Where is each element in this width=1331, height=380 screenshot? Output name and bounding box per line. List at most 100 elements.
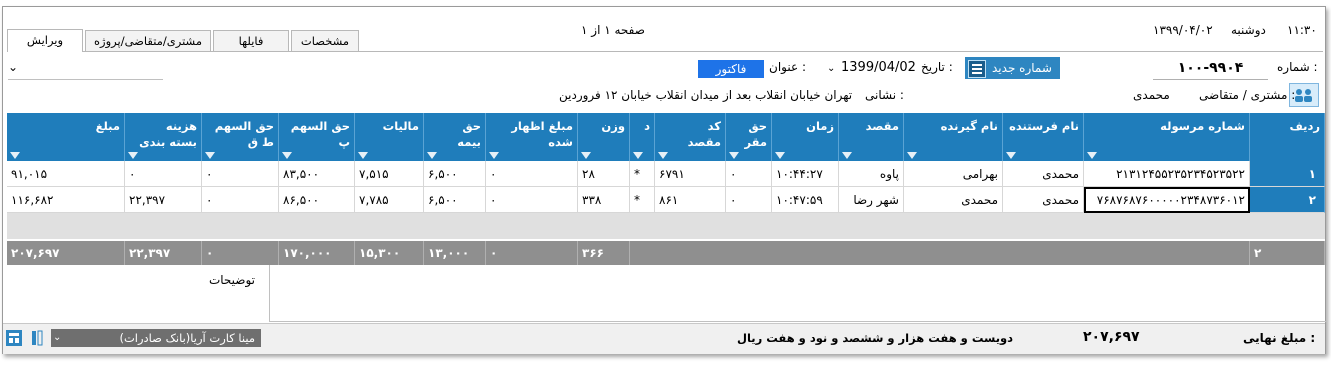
- col-header-share-tq[interactable]: حق السهم ط ق: [202, 113, 279, 161]
- cell-declared[interactable]: ۰: [486, 187, 578, 213]
- filter-icon: [1087, 152, 1097, 159]
- description-textarea[interactable]: [269, 265, 1327, 322]
- title-field[interactable]: فاکتور فروش: [698, 60, 764, 94]
- cell-receiver[interactable]: محمدی: [904, 187, 1003, 213]
- customer-name: محمدی: [1133, 88, 1170, 102]
- cell-declared[interactable]: ۰: [486, 161, 578, 187]
- col-header-hq-fee[interactable]: حق مقر: [726, 113, 772, 161]
- cell-hq-fee[interactable]: ۰: [726, 187, 772, 213]
- chevron-down-icon: ⌄: [53, 332, 62, 343]
- cell-time[interactable]: ۱۰:۴۷:۵۹: [772, 187, 839, 213]
- number-label: شماره :: [1277, 60, 1318, 74]
- cell-share-tq[interactable]: ۰: [202, 161, 279, 187]
- total-declared: ۰: [486, 241, 578, 265]
- tab-edit[interactable]: ویرایش: [7, 29, 83, 52]
- col-header-shipment-no[interactable]: شماره مرسوله: [1084, 113, 1250, 161]
- total-weight: ۳۶۶: [578, 241, 630, 265]
- date-field[interactable]: 1399/04/02: [841, 60, 916, 75]
- total-packing: ۲۲,۳۹۷: [125, 241, 202, 265]
- left-dropdown[interactable]: ⌄: [8, 59, 163, 80]
- col-header-receiver[interactable]: نام گیرنده: [904, 113, 1003, 161]
- row-number: ۲: [1250, 187, 1325, 213]
- col-header-declared[interactable]: مبلغ اظهار شده: [486, 113, 578, 161]
- cell-amount[interactable]: ۱۱۶,۶۸۲: [7, 187, 125, 213]
- col-header-sender[interactable]: نام فرستنده: [1003, 113, 1084, 161]
- empty-new-row[interactable]: [7, 213, 1325, 239]
- cell-dest-code[interactable]: ۶۷۹۱: [655, 161, 726, 187]
- col-header-weight[interactable]: وزن: [578, 113, 630, 161]
- card-icon[interactable]: [29, 330, 45, 346]
- tab-bar: ویرایش مشتری/متقاضی/پروژه فایلها مشخصات: [7, 29, 1323, 52]
- cell-share-tq[interactable]: ۰: [202, 187, 279, 213]
- cell-sender[interactable]: محمدی: [1003, 161, 1084, 187]
- bank-select[interactable]: ⌄ مینا کارت آریا(بانک صادرات): [51, 329, 261, 347]
- col-header-time[interactable]: زمان: [772, 113, 839, 161]
- col-header-amount[interactable]: مبلغ: [7, 113, 125, 161]
- footer-bar: ⌄ مینا کارت آریا(بانک صادرات) دویست و هف…: [3, 323, 1325, 354]
- cell-destination[interactable]: پاوه: [839, 161, 904, 187]
- filter-icon: [775, 152, 785, 159]
- cell-time[interactable]: ۱۰:۴۴:۲۷: [772, 161, 839, 187]
- cell-weight[interactable]: ۲۸: [578, 161, 630, 187]
- cell-dest-code[interactable]: ۸۶۱: [655, 187, 726, 213]
- col-header-packing[interactable]: هزینه بسته بندی: [125, 113, 202, 161]
- description-panel: توضیحات: [7, 265, 263, 321]
- cell-amount[interactable]: ۹۱,۰۱۵: [7, 161, 125, 187]
- filter-icon: [1006, 152, 1016, 159]
- tab-files[interactable]: فایلها: [213, 30, 289, 51]
- address-label: نشانی :: [865, 88, 904, 102]
- cell-weight[interactable]: ۳۳۸: [578, 187, 630, 213]
- filter-icon: [842, 152, 852, 159]
- cell-share-p[interactable]: ۸۶,۵۰۰: [279, 187, 355, 213]
- filter-icon: [128, 152, 138, 159]
- final-amount-label: مبلغ نهایی :: [1243, 331, 1316, 345]
- description-label: توضیحات: [208, 273, 255, 287]
- cell-tax[interactable]: ۷,۵۱۵: [355, 161, 424, 187]
- new-number-button[interactable]: شماره جدید: [965, 57, 1060, 79]
- chevron-down-icon[interactable]: ⌄: [827, 63, 835, 74]
- cell-tax[interactable]: ۷,۷۸۵: [355, 187, 424, 213]
- col-header-dest-code[interactable]: کد مقصد: [655, 113, 726, 161]
- total-tax: ۱۵,۳۰۰: [355, 241, 424, 265]
- total-count: ۲: [1250, 241, 1325, 265]
- cell-destination[interactable]: شهر رضا: [839, 187, 904, 213]
- cell-receiver[interactable]: بهرامی: [904, 161, 1003, 187]
- col-header-destination[interactable]: مقصد: [839, 113, 904, 161]
- cell-share-p[interactable]: ۸۳,۵۰۰: [279, 161, 355, 187]
- filter-icon: [205, 152, 215, 159]
- amount-in-words: دویست و هفت هزار و ششصد و نود و هفت ریال: [737, 331, 1014, 345]
- tab-customer[interactable]: مشتری/متقاضی/پروژه: [85, 30, 211, 51]
- filter-icon: [658, 152, 668, 159]
- cell-packing[interactable]: ۲۲,۳۹۷: [125, 187, 202, 213]
- col-header-share-p[interactable]: حق السهم پ: [279, 113, 355, 161]
- col-header-row[interactable]: ردیف: [1250, 113, 1325, 161]
- final-amount: ۲۰۷,۶۹۷: [1083, 329, 1140, 345]
- cell-shipment-no[interactable]: ۷۶۸۷۶۸۷۶۰۰۰۰۰۲۳۴۸۷۳۶۰۱۲: [1084, 187, 1250, 213]
- cell-insurance[interactable]: ۶,۵۰۰: [424, 161, 486, 187]
- col-header-insurance[interactable]: حق بیمه: [424, 113, 486, 161]
- total-amount: ۲۰۷,۶۹۷: [7, 241, 125, 265]
- filter-icon: [358, 152, 368, 159]
- date-label: تاریخ :: [921, 60, 953, 74]
- address-value: تهران خیابان انقلاب بعد از میدان انقلاب …: [559, 88, 853, 102]
- cell-sender[interactable]: محمدی: [1003, 187, 1084, 213]
- invoice-window: ۱۱:۳۰ دوشنبه ۱۳۹۹/۰۴/۰۲ صفحه ۱ از ۱ ویرا…: [2, 6, 1327, 354]
- col-header-tax[interactable]: مالیات: [355, 113, 424, 161]
- filter-icon: [729, 152, 739, 159]
- col-header-d[interactable]: د: [630, 113, 655, 161]
- cell-d[interactable]: *: [630, 161, 655, 187]
- invoice-number[interactable]: ۱۰۰-۹۹۰۴: [1153, 57, 1268, 80]
- filter-icon: [907, 152, 917, 159]
- filter-icon: [581, 152, 591, 159]
- total-insurance: ۱۳,۰۰۰: [424, 241, 486, 265]
- tab-specs[interactable]: مشخصات: [291, 30, 359, 51]
- calculator-icon[interactable]: [6, 330, 22, 346]
- cell-insurance[interactable]: ۶,۵۰۰: [424, 187, 486, 213]
- cell-packing[interactable]: ۰: [125, 161, 202, 187]
- cell-hq-fee[interactable]: ۰: [726, 161, 772, 187]
- filter-icon: [633, 152, 643, 159]
- cell-d[interactable]: *: [630, 187, 655, 213]
- cell-shipment-no[interactable]: ۲۱۳۱۲۴۵۵۲۳۵۲۳۴۵۲۳۵۲۲: [1084, 161, 1250, 187]
- row-number: ۱: [1250, 161, 1325, 187]
- total-share-p: ۱۷۰,۰۰۰: [279, 241, 355, 265]
